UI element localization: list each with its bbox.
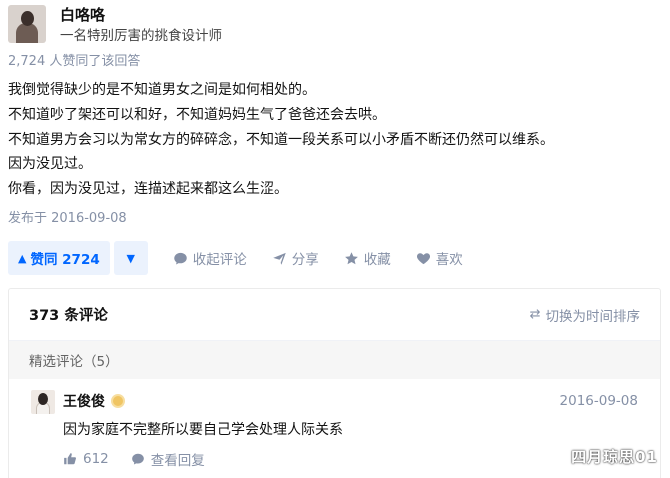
swap-arrows-icon: ⇄ — [529, 307, 541, 322]
upvote-summary[interactable]: 2,724 人赞同了该回答 — [8, 53, 140, 71]
view-replies-label: 查看回复 — [150, 453, 205, 469]
favorite-label: 收藏 — [363, 252, 391, 268]
answer-line: 你看，因为没见过，连描述起来都这么生涩。 — [8, 181, 288, 198]
triangle-down-icon: ▼ — [126, 251, 135, 265]
watermark: 四月琼思01 — [571, 448, 658, 466]
published-date[interactable]: 发布于 2016-09-08 — [8, 210, 127, 228]
answer-line: 我倒觉得缺少的是不知道男女之间是如何相处的。 — [8, 82, 316, 98]
view-replies-button[interactable]: 查看回复 — [131, 449, 205, 469]
thumbs-up-icon — [64, 453, 76, 465]
triangle-up-icon: ▲ — [18, 251, 27, 265]
collapse-comments-button[interactable]: 收起评论 — [173, 248, 247, 268]
comment-count: 373 条评论 — [29, 308, 108, 324]
comment-like-button[interactable]: 612 — [63, 451, 109, 467]
paper-plane-icon — [273, 252, 286, 265]
commenter-avatar[interactable] — [31, 390, 55, 414]
author-bio: 一名特别厉害的挑食设计师 — [60, 28, 222, 44]
star-icon — [344, 251, 358, 264]
badge-icon — [111, 394, 125, 408]
comment-like-count: 612 — [83, 451, 109, 467]
comments-panel: 373 条评论 ⇄ 切换为时间排序 精选评论（5） 王俊俊 2016-09-08… — [8, 288, 661, 478]
author-avatar[interactable] — [8, 5, 46, 43]
commenter-name[interactable]: 王俊俊 — [63, 391, 105, 411]
comment-text: 因为家庭不完整所以要自己学会处理人际关系 — [63, 422, 343, 438]
comment-bubble-icon — [174, 252, 187, 264]
vote-down-button[interactable]: ▼ — [113, 241, 148, 275]
comments-header: 373 条评论 ⇄ 切换为时间排序 — [9, 289, 660, 341]
answer-line: 因为没见过。 — [8, 156, 92, 173]
comment-actions: 612 查看回复 — [63, 449, 638, 469]
vote-up-button[interactable]: ▲ 赞同 2724 — [8, 241, 110, 275]
like-label: 喜欢 — [435, 252, 463, 268]
featured-comments-label: 精选评论（5） — [9, 341, 660, 379]
answer-content: 我倒觉得缺少的是不知道男女之间是如何相处的。 不知道吵了架还可以和好，不知道妈妈… — [8, 78, 554, 202]
favorite-button[interactable]: 收藏 — [344, 248, 391, 268]
action-bar: ▲ 赞同 2724 ▼ 收起评论 分享 收藏 喜欢 — [8, 241, 463, 275]
like-button[interactable]: 喜欢 — [416, 248, 463, 268]
comment-item: 王俊俊 2016-09-08 因为家庭不完整所以要自己学会处理人际关系 612 … — [9, 379, 660, 469]
vote-up-label: 赞同 2724 — [30, 252, 100, 268]
share-button[interactable]: 分享 — [272, 248, 319, 268]
comment-bubble-icon — [131, 453, 144, 465]
collapse-comments-label: 收起评论 — [192, 252, 247, 268]
answer-line: 不知道男方会习以为常女方的碎碎念，不知道一段关系可以小矛盾不断还仍然可以维系。 — [8, 131, 554, 148]
comment-date: 2016-09-08 — [559, 393, 638, 409]
heart-icon — [416, 252, 430, 264]
author-header: 白咯咯 一名特别厉害的挑食设计师 — [8, 5, 222, 45]
author-name[interactable]: 白咯咯 — [60, 6, 222, 24]
sort-toggle-label: 切换为时间排序 — [545, 308, 641, 325]
sort-toggle-button[interactable]: ⇄ 切换为时间排序 — [530, 305, 640, 325]
share-label: 分享 — [291, 252, 319, 268]
answer-line: 不知道吵了架还可以和好，不知道妈妈生气了爸爸还会去哄。 — [8, 106, 386, 123]
